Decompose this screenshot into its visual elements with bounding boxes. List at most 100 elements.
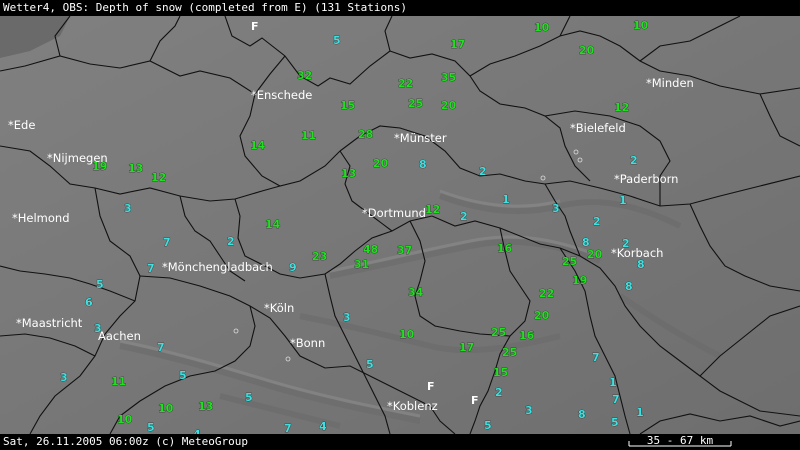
city-label: *Köln [264, 301, 294, 315]
station-value: 8 [625, 280, 633, 293]
map-frame: Wetter4, OBS: Depth of snow (completed f… [0, 0, 800, 450]
station-value: 15 [493, 366, 508, 379]
station-value: 34 [408, 286, 424, 299]
station-value: 19 [572, 274, 587, 287]
station-value: 2 [630, 154, 638, 167]
timestamp-label: Sat, 26.11.2005 06:00z (c) MeteoGroup [3, 435, 249, 448]
station-value: 7 [147, 262, 155, 275]
city-label: *Helmond [12, 211, 70, 225]
station-marker: F [251, 20, 259, 33]
station-value: 8 [419, 158, 427, 171]
station-value: 10 [158, 402, 174, 415]
station-value: 25 [562, 255, 577, 268]
city-label: *Nijmegen [47, 151, 108, 165]
station-value: 3 [552, 202, 560, 215]
station-value: 22 [539, 287, 554, 300]
city-label: *Enschede [251, 88, 312, 102]
station-value: 25 [491, 326, 506, 339]
city-label: *Bielefeld [570, 121, 626, 135]
station-value: 5 [96, 278, 104, 291]
station-value: 23 [312, 250, 327, 263]
station-value: 16 [519, 329, 535, 342]
station-value: 17 [450, 38, 465, 51]
station-value: 1 [609, 376, 617, 389]
station-value: 2 [495, 386, 503, 399]
station-value: 5 [366, 358, 374, 371]
station-value: 10 [633, 19, 649, 32]
station-value: 1 [636, 406, 644, 419]
station-value: 13 [198, 400, 213, 413]
station-value: 5 [245, 391, 253, 404]
city-label: *Bonn [290, 336, 325, 350]
station-value: 9 [289, 261, 297, 274]
station-value: 35 [441, 71, 456, 84]
station-value: 3 [60, 371, 68, 384]
station-value: 5 [484, 419, 492, 432]
station-value: 7 [163, 236, 171, 249]
station-value: 7 [612, 393, 620, 406]
city-label: *Mönchengladbach [162, 260, 273, 274]
station-value: 12 [151, 171, 166, 184]
map-title: Wetter4, OBS: Depth of snow (completed f… [3, 1, 407, 14]
station-value: 31 [354, 258, 369, 271]
station-value: 14 [265, 218, 281, 231]
title-bar: Wetter4, OBS: Depth of snow (completed f… [0, 0, 800, 16]
station-value: 20 [441, 99, 457, 112]
station-value: 17 [459, 341, 474, 354]
station-value: 7 [592, 351, 600, 364]
station-value: 5 [333, 34, 341, 47]
scale-bar: 35 - 67 km [628, 434, 732, 447]
station-value: 12 [425, 203, 440, 216]
map-canvas[interactable]: 510 1017 203222 3515 25 20 1211 2814220 8219 1312… [0, 16, 800, 434]
station-value: 22 [398, 77, 413, 90]
city-label: *Korbach [611, 246, 663, 260]
station-value: 5 [179, 369, 187, 382]
station-marker: F [427, 380, 435, 393]
scale-label: 35 - 67 km [646, 434, 714, 447]
station-value: 11 [301, 129, 316, 142]
station-value: 32 [297, 69, 312, 82]
station-value: 25 [502, 346, 517, 359]
station-value: 10 [399, 328, 415, 341]
station-value: 15 [340, 99, 355, 112]
station-value: 16 [497, 242, 513, 255]
city-label: *Ede [8, 118, 35, 132]
station-value: 7 [284, 422, 292, 434]
station-value: 2 [479, 165, 487, 178]
station-value: 13 [341, 167, 356, 180]
station-value: 5 [147, 421, 155, 434]
station-value: 2 [227, 235, 235, 248]
station-value: 20 [534, 309, 550, 322]
station-value: 20 [587, 248, 603, 261]
city-label: *Münster [394, 131, 447, 145]
station-value: 13 [128, 162, 143, 175]
city-label: *Minden [646, 76, 694, 90]
city-label: *Paderborn [614, 172, 678, 186]
station-value: 37 [397, 244, 412, 257]
station-value: 1 [619, 194, 627, 207]
station-value: 14 [250, 139, 266, 152]
footer-bar: Sat, 26.11.2005 06:00z (c) MeteoGroup 35… [0, 434, 800, 450]
station-value: 3 [525, 404, 533, 417]
station-value: 48 [363, 243, 378, 256]
station-value: 4 [319, 420, 327, 433]
city-label: *Maastricht [16, 316, 83, 330]
station-value: 28 [358, 128, 373, 141]
station-value: 2 [460, 210, 468, 223]
station-value: 3 [343, 311, 351, 324]
city-label: Aachen [98, 329, 141, 343]
station-value: 25 [408, 97, 423, 110]
station-value: 10 [534, 21, 550, 34]
station-value: 20 [373, 157, 389, 170]
station-value: 3 [124, 202, 132, 215]
station-value: 1 [502, 193, 510, 206]
station-value: 2 [593, 215, 601, 228]
station-value: 7 [157, 341, 165, 354]
city-label: *Dortmund [362, 206, 426, 220]
station-value: 6 [85, 296, 93, 309]
station-value: 5 [611, 416, 619, 429]
station-value: 20 [579, 44, 595, 57]
station-value: 10 [117, 413, 133, 426]
station-marker: F [471, 394, 479, 407]
station-value: 8 [578, 408, 586, 421]
